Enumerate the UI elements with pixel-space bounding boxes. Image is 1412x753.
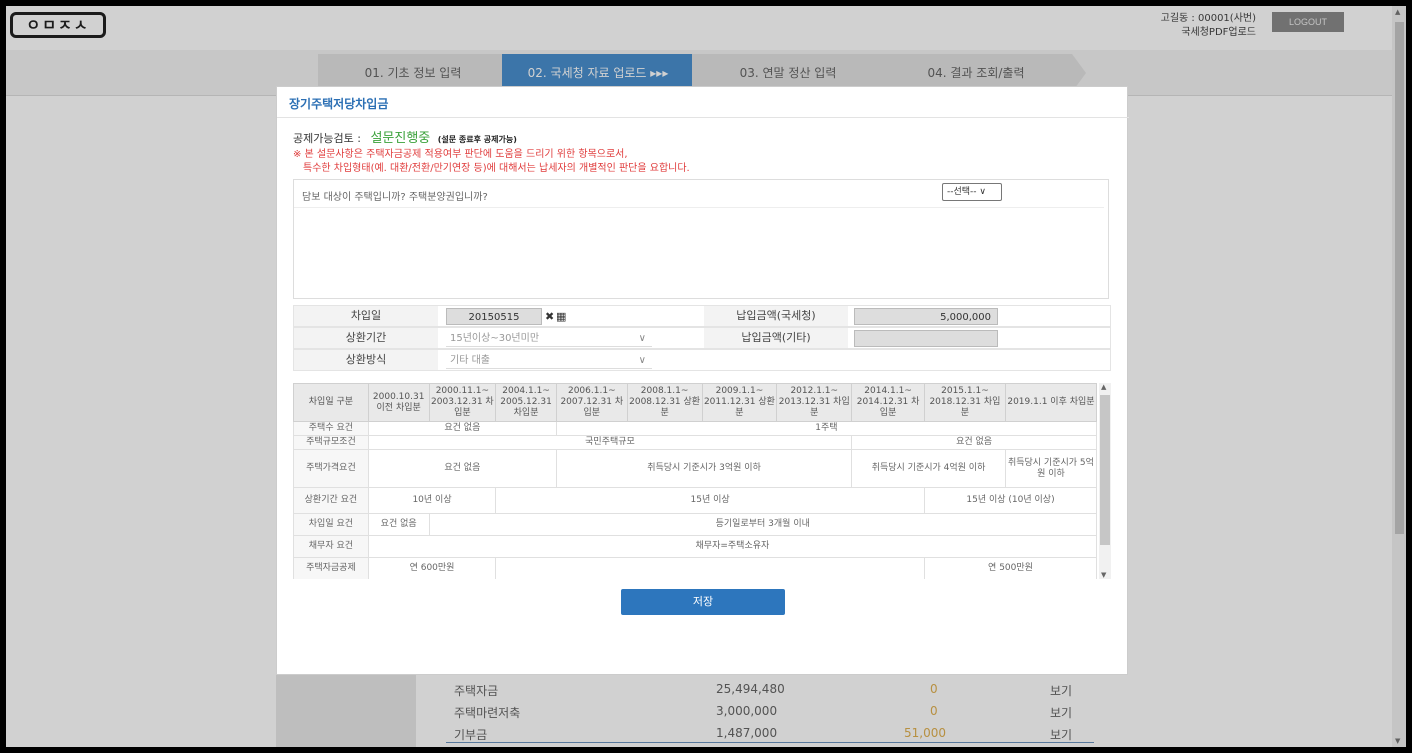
table-row: 채무자 요건 채무자=주택소유자 (293, 535, 1098, 558)
row-label: 주택자금공제 (293, 557, 369, 579)
scroll-down-icon[interactable]: ▼ (1101, 571, 1106, 579)
clear-icon[interactable]: ✖ (545, 308, 554, 325)
table-row: 주택가격요건 요건 없음 취득당시 기준시가 3억원 이하 취득당시 기준시가 … (293, 449, 1098, 488)
repay-method-value: 기타 대출 (450, 355, 490, 366)
table-cell: 요건 없음 (851, 435, 1097, 450)
form-row: 상환방식 기타 대출 ∨ (293, 349, 1111, 371)
paid-nts-input[interactable]: 5,000,000 (854, 308, 998, 325)
table-row: 상환기간 요건 10년 이상 15년 이상 15년 이상 (10년 이상) (293, 487, 1098, 514)
table-cell: 15년 이상 (10년 이상) (923, 487, 1098, 514)
loan-date-label: 차입일 (294, 306, 438, 326)
table-cell: 취득당시 기준시가 4억원 이하 (851, 449, 1006, 488)
scroll-thumb[interactable] (1100, 395, 1110, 545)
check-label: 공제가능검토 : (293, 132, 361, 145)
row-label: 주택규모조건 (293, 435, 369, 450)
table-cell: 요건 없음 (367, 421, 557, 436)
rules-table-container: 차입일 구분 2000.10.31 이전 차입분 2000.11.1~ 2003… (293, 383, 1111, 579)
form-row: 상환기간 15년이상~30년미만 ∨ 납입금액(기타) (293, 327, 1111, 349)
column-header: 2006.1.1~ 2007.12.31 차입분 (555, 383, 628, 422)
repay-method-select[interactable]: 기타 대출 ∨ (446, 352, 652, 369)
repay-period-label: 상환기간 (294, 328, 438, 348)
paid-other-label: 납입금액(기타) (704, 328, 848, 348)
table-cell (495, 557, 925, 579)
table-cell: 취득당시 기준시가 5억원 이하 (1004, 449, 1098, 488)
survey-question: 담보 대상이 주택입니까? 주택분양권입니까? (302, 192, 488, 203)
column-header: 2008.1.1~ 2008.12.31 상환분 (626, 383, 703, 422)
column-header: 2000.10.31 이전 차입분 (367, 383, 430, 422)
row-label: 주택수 요건 (293, 421, 369, 436)
loan-modal: 장기주택저당차입금 공제가능검토 : 설문진행중 (설문 종료후 공제가능) ※… (276, 86, 1129, 675)
warning-line-1: ※ 본 설문사항은 주택자금공제 적용여부 판단에 도움을 드리기 위한 항목으… (293, 149, 628, 160)
column-header: 2014.1.1~ 2014.12.31 차입분 (851, 383, 925, 422)
column-header: 2015.1.1~ 2018.12.31 차입분 (923, 383, 1006, 422)
table-cell: 국민주택규모 (367, 435, 853, 450)
deduction-check: 공제가능검토 : 설문진행중 (설문 종료후 공제가능) (293, 127, 517, 146)
column-header: 차입일 구분 (293, 383, 369, 422)
table-header-row: 차입일 구분 2000.10.31 이전 차입분 2000.11.1~ 2003… (293, 383, 1098, 422)
paid-other-input[interactable] (854, 330, 998, 347)
repay-period-value: 15년이상~30년미만 (450, 333, 540, 344)
paid-nts-label: 납입금액(국세청) (704, 306, 848, 326)
column-header: 2009.1.1~ 2011.12.31 상환분 (701, 383, 778, 422)
survey-answer-select[interactable]: --선택-- ∨ (942, 183, 1002, 201)
table-cell: 1주택 (555, 421, 1098, 436)
table-cell: 연 500만원 (923, 557, 1098, 579)
chevron-down-icon: ∨ (638, 333, 646, 344)
row-label: 주택가격요건 (293, 449, 369, 488)
repay-period-select[interactable]: 15년이상~30년미만 ∨ (446, 330, 652, 347)
warning-line-2: 특수한 차입형태(예. 대환/전환/만기연장 등)에 대해서는 납세자의 개별적… (303, 163, 690, 174)
table-cell: 10년 이상 (367, 487, 497, 514)
row-label: 차입일 요건 (293, 513, 369, 536)
table-row: 주택수 요건 요건 없음 1주택 (293, 421, 1098, 436)
repay-method-label: 상환방식 (294, 350, 438, 370)
rules-table: 차입일 구분 2000.10.31 이전 차입분 2000.11.1~ 2003… (293, 383, 1098, 579)
table-scrollbar[interactable]: ▲ ▼ (1099, 383, 1111, 579)
row-label: 상환기간 요건 (293, 487, 369, 514)
form-row: 차입일 20150515 ✖ ▦ 납입금액(국세청) 5,000,000 (293, 305, 1111, 327)
check-note: (설문 종료후 공제가능) (437, 135, 517, 144)
table-row: 주택규모조건 국민주택규모 요건 없음 (293, 435, 1097, 450)
column-header: 2012.1.1~ 2013.12.31 차입분 (776, 383, 853, 422)
column-header: 2004.1.1~ 2005.12.31 차입분 (495, 383, 557, 422)
check-status: 설문진행중 (370, 131, 431, 146)
app-window: ㅇㅁㅈㅅ 고길동 : 00001(사번) 국세청PDF업로드 LOGOUT 01… (6, 6, 1406, 747)
row-label: 채무자 요건 (293, 535, 369, 558)
table-row: 차입일 요건 요건 없음 등기일로부터 3개월 이내 (293, 513, 1097, 536)
divider (294, 207, 1104, 208)
table-cell: 요건 없음 (367, 449, 557, 488)
scroll-up-icon[interactable]: ▲ (1101, 383, 1106, 391)
save-button[interactable]: 저장 (621, 589, 785, 615)
column-header: 2019.1.1 이후 차입분 (1004, 383, 1098, 422)
column-header: 2000.11.1~ 2003.12.31 차입분 (428, 383, 497, 422)
table-cell: 채무자=주택소유자 (367, 535, 1098, 558)
divider (277, 117, 1129, 118)
modal-title: 장기주택저당차입금 (289, 97, 389, 111)
chevron-down-icon: ∨ (638, 355, 646, 366)
table-cell: 등기일로부터 3개월 이내 (428, 513, 1097, 536)
calendar-icon[interactable]: ▦ (556, 308, 566, 325)
table-cell: 연 600만원 (367, 557, 497, 579)
table-cell: 15년 이상 (495, 487, 925, 514)
loan-date-input[interactable]: 20150515 (446, 308, 542, 325)
table-cell: 요건 없음 (367, 513, 430, 536)
table-row: 주택자금공제 연 600만원 연 500만원 (293, 557, 1098, 579)
table-cell: 취득당시 기준시가 3억원 이하 (555, 449, 853, 488)
survey-box: 담보 대상이 주택입니까? 주택분양권입니까? --선택-- ∨ (293, 179, 1109, 299)
